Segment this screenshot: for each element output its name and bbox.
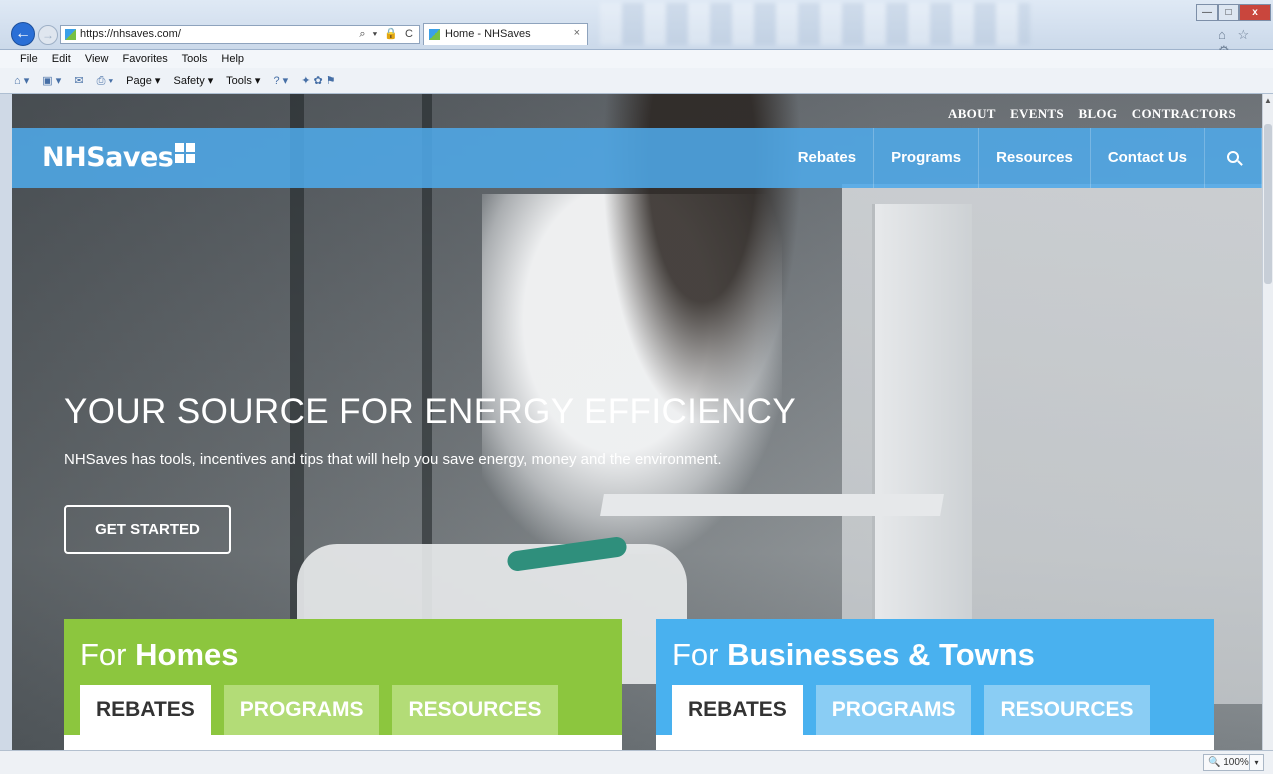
zoom-level[interactable]: 🔍 100% bbox=[1203, 754, 1254, 771]
feeds-icon[interactable]: ▣ ▾ bbox=[42, 75, 61, 87]
menu-tools[interactable]: Tools bbox=[182, 53, 208, 65]
browser-tab-home[interactable]: Home - NHSaves × bbox=[423, 23, 588, 45]
menu-bar: File Edit View Favorites Tools Help bbox=[0, 50, 1273, 68]
nav-resources[interactable]: Resources bbox=[978, 128, 1090, 188]
forward-arrow-icon: → bbox=[42, 28, 54, 42]
address-bar-icons[interactable]: ⌕ ▾ 🔒 C bbox=[359, 26, 415, 43]
search-icon bbox=[1227, 151, 1239, 163]
help-icon[interactable]: ? ▾ bbox=[273, 75, 288, 87]
logo-text: NHSaves bbox=[42, 142, 174, 173]
homes-card-title: For Homes bbox=[80, 637, 239, 673]
menu-help[interactable]: Help bbox=[221, 53, 244, 65]
hero-subheading: NHSaves has tools, incentives and tips t… bbox=[64, 451, 722, 468]
business-card-title: For Businesses & Towns bbox=[672, 637, 1035, 673]
nav-rebates[interactable]: Rebates bbox=[781, 128, 873, 188]
tools-menu[interactable]: Tools ▾ bbox=[226, 75, 260, 87]
business-card-body bbox=[656, 735, 1214, 750]
business-card-prefix: For bbox=[672, 637, 719, 672]
homes-card-prefix: For bbox=[80, 637, 127, 672]
tab-close-icon[interactable]: × bbox=[574, 27, 580, 39]
forward-button[interactable]: → bbox=[38, 25, 58, 45]
site-header: NHSaves Rebates Programs Resources Conta… bbox=[12, 128, 1262, 188]
business-tab-rebates[interactable]: REBATES bbox=[672, 685, 803, 735]
close-window-button[interactable]: x bbox=[1239, 4, 1271, 21]
business-card-title-strong: Businesses & Towns bbox=[727, 637, 1035, 672]
business-tab-programs[interactable]: PROGRAMS bbox=[815, 685, 972, 735]
scroll-thumb[interactable] bbox=[1264, 124, 1272, 284]
address-bar[interactable]: https://nhsaves.com/ ⌕ ▾ 🔒 C bbox=[60, 25, 420, 44]
maximize-button[interactable]: □ bbox=[1218, 4, 1239, 21]
hero-heading: YOUR SOURCE FOR ENERGY EFFICIENCY bbox=[64, 392, 797, 431]
background-window-blur bbox=[600, 3, 1030, 45]
logo-mark-icon bbox=[175, 143, 196, 163]
business-card: For Businesses & Towns REBATES PROGRAMS … bbox=[656, 619, 1214, 750]
minimize-button[interactable]: — bbox=[1196, 4, 1218, 21]
main-nav: Rebates Programs Resources Contact Us bbox=[781, 128, 1262, 188]
print-icon[interactable]: ⎙ ▾ bbox=[97, 75, 113, 87]
photo-dryer bbox=[872, 204, 972, 634]
link-contractors[interactable]: CONTRACTORS bbox=[1132, 106, 1236, 121]
page-menu[interactable]: Page ▾ bbox=[126, 75, 160, 87]
business-tab-resources[interactable]: RESOURCES bbox=[984, 685, 1150, 735]
menu-edit[interactable]: Edit bbox=[52, 53, 71, 65]
homes-card-tabs: REBATES PROGRAMS RESOURCES bbox=[80, 685, 571, 735]
get-started-button[interactable]: GET STARTED bbox=[64, 505, 231, 554]
homes-card-body bbox=[64, 735, 622, 750]
link-blog[interactable]: BLOG bbox=[1078, 106, 1117, 121]
command-bar: ⌂ ▾ ▣ ▾ ✉ ⎙ ▾ Page ▾ Safety ▾ Tools ▾ ? … bbox=[0, 68, 1273, 94]
link-about[interactable]: ABOUT bbox=[948, 106, 996, 121]
link-events[interactable]: EVENTS bbox=[1010, 106, 1064, 121]
browser-chrome: ← → https://nhsaves.com/ ⌕ ▾ 🔒 C Home - … bbox=[0, 0, 1273, 58]
zoom-icon: 🔍 bbox=[1208, 757, 1221, 768]
scroll-up-arrow-icon[interactable]: ▲ bbox=[1263, 96, 1273, 108]
menu-view[interactable]: View bbox=[85, 53, 109, 65]
nav-contact-us[interactable]: Contact Us bbox=[1089, 128, 1204, 188]
site-logo[interactable]: NHSaves bbox=[42, 142, 196, 173]
homes-tab-resources[interactable]: RESOURCES bbox=[392, 685, 558, 735]
home-icon[interactable]: ⌂ ▾ bbox=[14, 75, 29, 87]
site-favicon-icon bbox=[65, 29, 76, 40]
homes-card-title-strong: Homes bbox=[135, 637, 239, 672]
back-arrow-icon: ← bbox=[15, 25, 31, 42]
status-bar: 🔍 100% ▾ bbox=[0, 750, 1273, 774]
menu-file[interactable]: File bbox=[20, 53, 38, 65]
tab-title: Home - NHSaves bbox=[445, 28, 531, 40]
mail-icon[interactable]: ✉ bbox=[74, 75, 83, 87]
zoom-dropdown-icon[interactable]: ▾ bbox=[1249, 754, 1264, 771]
photo-dryer-door bbox=[600, 494, 944, 516]
vertical-scrollbar[interactable]: ▲ bbox=[1262, 94, 1273, 750]
page-viewport: ABOUT EVENTS BLOG CONTRACTORS NHSaves Re… bbox=[12, 94, 1262, 750]
zoom-value: 100% bbox=[1223, 757, 1249, 768]
safety-menu[interactable]: Safety ▾ bbox=[174, 75, 214, 87]
nav-programs[interactable]: Programs bbox=[873, 128, 978, 188]
address-url[interactable]: https://nhsaves.com/ bbox=[80, 26, 181, 43]
homes-card: For Homes REBATES PROGRAMS RESOURCES bbox=[64, 619, 622, 750]
back-button[interactable]: ← bbox=[11, 22, 35, 46]
homes-tab-programs[interactable]: PROGRAMS bbox=[223, 685, 380, 735]
menu-favorites[interactable]: Favorites bbox=[123, 53, 168, 65]
business-card-tabs: REBATES PROGRAMS RESOURCES bbox=[672, 685, 1163, 735]
homes-tab-rebates[interactable]: REBATES bbox=[80, 685, 211, 735]
top-utility-links: ABOUT EVENTS BLOG CONTRACTORS bbox=[937, 106, 1236, 122]
addon-icons[interactable]: ✦ ✿ ⚑ bbox=[301, 75, 335, 87]
nav-search-button[interactable] bbox=[1204, 128, 1262, 188]
tab-favicon-icon bbox=[429, 29, 440, 40]
